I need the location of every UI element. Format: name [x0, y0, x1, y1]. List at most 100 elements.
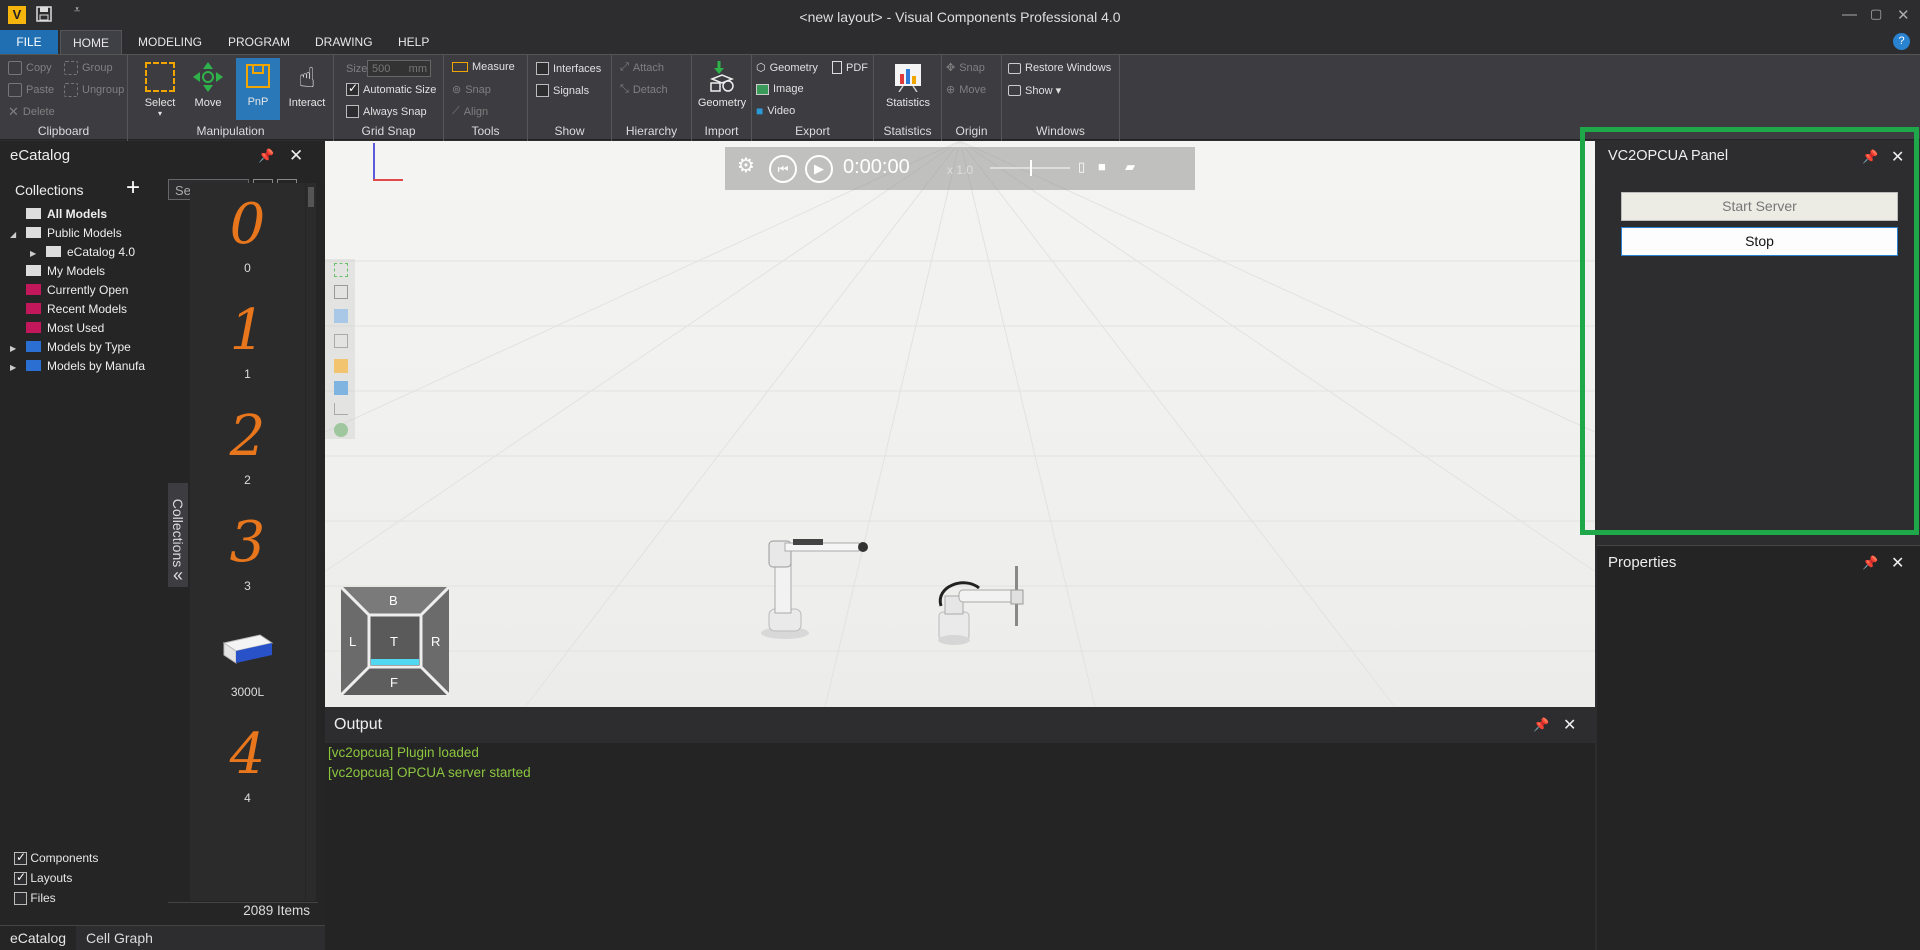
export-geometry-button[interactable]: ⬡ Geometry	[756, 61, 818, 75]
rewind-icon[interactable]: ⏮	[769, 155, 797, 183]
expand-arrow-icon[interactable]: ▶	[10, 358, 26, 377]
tree-item-currently-open[interactable]: Currently Open	[10, 281, 128, 300]
tab-home[interactable]: HOME	[60, 30, 122, 54]
speed-slider-thumb[interactable]	[1030, 160, 1032, 176]
move-button[interactable]: Move	[186, 59, 230, 109]
nav-cube-center[interactable]: T	[390, 634, 398, 649]
output-pin-icon[interactable]: 📌	[1533, 717, 1549, 733]
measure-button[interactable]: Measure	[452, 61, 515, 73]
ungroup-button[interactable]: Ungroup	[64, 83, 124, 97]
export-image-button[interactable]: Image	[756, 83, 804, 95]
attach-button[interactable]: ⤢ Attach	[620, 61, 664, 74]
origin-move-label: Move	[959, 83, 987, 96]
tab-help[interactable]: HELP	[387, 30, 440, 54]
play-icon[interactable]: ▶	[805, 155, 833, 183]
tree-item-recent-models[interactable]: Recent Models	[10, 300, 127, 319]
folder-icon	[26, 284, 41, 296]
always-snap-checkbox[interactable]: Always Snap	[346, 105, 427, 118]
navigation-cube[interactable]: B L T R F	[339, 585, 451, 697]
origin-snap-button[interactable]: ✥ Snap	[946, 61, 985, 75]
export-video-button[interactable]: ■ Video	[756, 104, 795, 118]
tree-item-models-by-manufa[interactable]: ▶ Models by Manufa	[10, 357, 145, 376]
tree-item-models-by-type[interactable]: ▶ Models by Type	[10, 338, 131, 357]
paste-button[interactable]: Paste	[8, 83, 54, 97]
close-icon[interactable]: ✕	[1897, 6, 1910, 24]
industrial-robot-model[interactable]	[755, 521, 895, 641]
model-thumbnail[interactable]: 3000L	[190, 619, 305, 699]
properties-close-icon[interactable]: ✕	[1891, 553, 1904, 573]
model-thumbnail[interactable]: 00	[190, 195, 305, 276]
model-thumbnail[interactable]: 33	[190, 513, 305, 594]
nav-cube-top[interactable]: B	[389, 593, 398, 608]
sim-record-icon[interactable]: ■	[1098, 159, 1106, 174]
signals-checkbox[interactable]: Signals	[536, 84, 589, 97]
align-button[interactable]: ⟋ Align	[452, 105, 488, 118]
tab-program[interactable]: PROGRAM	[217, 30, 301, 54]
close-panel-icon[interactable]: ✕	[289, 141, 303, 171]
output-close-icon[interactable]: ✕	[1563, 715, 1576, 735]
axis-display-icon[interactable]	[334, 403, 348, 415]
model-scrollbar[interactable]	[306, 183, 316, 901]
nav-cube-left[interactable]: L	[349, 634, 356, 649]
scrollbar-thumb[interactable]	[308, 187, 314, 207]
interfaces-checkbox[interactable]: Interfaces	[536, 62, 601, 75]
fit-view-icon[interactable]	[334, 263, 348, 277]
filter-components[interactable]: Components	[14, 850, 98, 866]
sim-vr-icon[interactable]: ▰	[1125, 159, 1135, 175]
pnp-button[interactable]: PnP	[236, 58, 280, 120]
tab-file[interactable]: FILE	[0, 30, 58, 54]
origin-move-button[interactable]: ⊕ Move	[946, 83, 987, 97]
pin-icon[interactable]: 📌	[258, 141, 274, 171]
nav-cube-right[interactable]: R	[431, 634, 440, 649]
world-icon[interactable]	[334, 423, 348, 437]
minimize-icon[interactable]: —	[1842, 6, 1857, 23]
collapse-chevrons-icon[interactable]: «	[168, 565, 188, 587]
tree-item-most-used[interactable]: Most Used	[10, 319, 104, 338]
group-button[interactable]: Group	[64, 61, 113, 75]
select-button[interactable]: Select ▾	[138, 59, 182, 118]
model-thumbnail[interactable]: 11	[190, 301, 305, 382]
statistics-button[interactable]: Statistics	[880, 59, 936, 109]
restore-windows-button[interactable]: Restore Windows	[1008, 62, 1111, 74]
show-windows-button[interactable]: Show ▾	[1008, 84, 1061, 97]
tab-modeling[interactable]: MODELING	[127, 30, 213, 54]
tree-item-all-models[interactable]: All Models	[10, 205, 107, 224]
grid-size-input[interactable]: 500 mm	[367, 60, 431, 77]
copy-button[interactable]: Copy	[8, 61, 52, 75]
tab-ecatalog[interactable]: eCatalog	[0, 926, 76, 950]
expand-arrow-icon[interactable]: ▶	[10, 339, 26, 358]
tab-cell-graph[interactable]: Cell Graph	[86, 926, 153, 950]
export-pdf-button[interactable]: PDF	[832, 61, 868, 74]
help-icon[interactable]: ?	[1893, 33, 1910, 50]
maximize-icon[interactable]: ▢	[1870, 6, 1882, 22]
filter-files[interactable]: Files	[14, 891, 56, 906]
scara-robot-model[interactable]	[935, 566, 1055, 651]
selection-filter-icon[interactable]	[334, 359, 348, 373]
filter-layouts[interactable]: Layouts	[14, 870, 72, 886]
expand-arrow-icon[interactable]: ◢	[10, 225, 26, 244]
add-collection-icon[interactable]: +	[126, 174, 140, 202]
import-geometry-button[interactable]: Geometry	[696, 59, 748, 109]
statistics-button-label: Statistics	[885, 97, 930, 109]
sim-pdf-icon[interactable]: ▯	[1078, 159, 1085, 175]
tree-item-ecatalog-4-0[interactable]: ▶ eCatalog 4.0	[30, 243, 135, 262]
tools-snap-button[interactable]: ⊚ Snap	[452, 83, 491, 97]
tree-item-public-models[interactable]: ◢ Public Models	[10, 224, 122, 243]
nav-cube-bottom[interactable]: F	[390, 675, 398, 690]
fill-view-icon[interactable]	[334, 285, 348, 299]
tab-drawing[interactable]: DRAWING	[304, 30, 384, 54]
automatic-size-checkbox[interactable]: Automatic Size	[346, 81, 436, 96]
projection-icon[interactable]	[334, 334, 348, 348]
render-mode-icon[interactable]	[334, 309, 348, 323]
3d-viewport[interactable]: ⚙ ⏮ ▶ 0:00:00 x 1.0 ▯ ■ ▰ B L T R F	[325, 141, 1595, 707]
detach-button[interactable]: ⤡ Detach	[620, 83, 668, 96]
delete-button[interactable]: ✕ Delete	[8, 104, 55, 120]
settings-gear-icon[interactable]: ⚙	[737, 153, 755, 178]
tree-item-my-models[interactable]: My Models	[10, 262, 105, 281]
properties-pin-icon[interactable]: 📌	[1862, 555, 1878, 571]
model-thumbnail[interactable]: 22	[190, 407, 305, 488]
expand-arrow-icon[interactable]: ▶	[30, 244, 46, 263]
model-thumbnail[interactable]: 44	[190, 725, 305, 806]
interact-button[interactable]: ☝ Interact	[284, 59, 330, 110]
camera-icon[interactable]	[334, 381, 348, 395]
